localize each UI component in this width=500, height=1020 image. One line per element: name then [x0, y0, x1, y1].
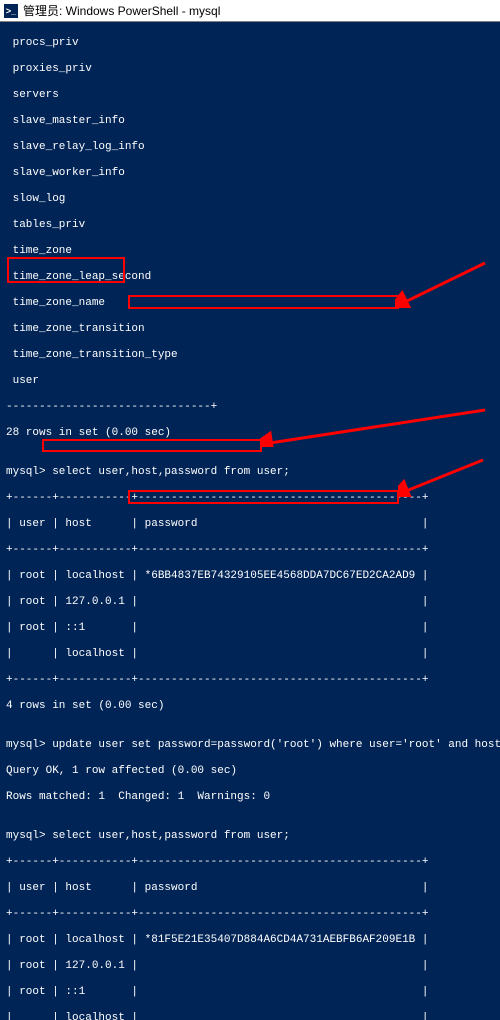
table-row: | | localhost | |	[6, 1012, 494, 1020]
table-row: | | localhost | |	[6, 648, 494, 661]
table-header: | user | host | password |	[6, 518, 494, 531]
query-result: Query OK, 1 row affected (0.00 sec)	[6, 765, 494, 778]
window-title: 管理员: Windows PowerShell - mysql	[23, 2, 220, 19]
table-row: tables_priv	[6, 219, 494, 232]
separator: +------+-----------+--------------------…	[6, 908, 494, 921]
sql-prompt: mysql> select user,host,password from us…	[6, 466, 494, 479]
table-row: proxies_priv	[6, 63, 494, 76]
table-row: | root | localhost | *6BB4837EB74329105E…	[6, 570, 494, 583]
table-row: time_zone_name	[6, 297, 494, 310]
terminal-output[interactable]: procs_priv proxies_priv servers slave_ma…	[0, 22, 500, 1020]
table-row: slave_relay_log_info	[6, 141, 494, 154]
sql-prompt: mysql> update user set password=password…	[6, 739, 494, 752]
sql-prompt: mysql> select user,host,password from us…	[6, 830, 494, 843]
table-row: | root | localhost | *81F5E21E35407D884A…	[6, 934, 494, 947]
query-result: Rows matched: 1 Changed: 1 Warnings: 0	[6, 791, 494, 804]
table-row: | root | 127.0.0.1 | |	[6, 960, 494, 973]
table-row: slave_master_info	[6, 115, 494, 128]
table-header: | user | host | password |	[6, 882, 494, 895]
result-count: 4 rows in set (0.00 sec)	[6, 700, 494, 713]
titlebar: >_ 管理员: Windows PowerShell - mysql	[0, 0, 500, 22]
table-row: time_zone_leap_second	[6, 271, 494, 284]
table-row: slow_log	[6, 193, 494, 206]
table-row: servers	[6, 89, 494, 102]
table-row: time_zone_transition	[6, 323, 494, 336]
table-row: time_zone	[6, 245, 494, 258]
separator: +------+-----------+--------------------…	[6, 544, 494, 557]
separator: +------+-----------+--------------------…	[6, 856, 494, 869]
powershell-icon: >_	[4, 4, 18, 18]
separator: -------------------------------+	[6, 401, 494, 414]
table-row: time_zone_transition_type	[6, 349, 494, 362]
table-row: | root | 127.0.0.1 | |	[6, 596, 494, 609]
separator: +------+-----------+--------------------…	[6, 674, 494, 687]
table-row: procs_priv	[6, 37, 494, 50]
separator: +------+-----------+--------------------…	[6, 492, 494, 505]
table-row: | root | ::1 | |	[6, 986, 494, 999]
table-row: | root | ::1 | |	[6, 622, 494, 635]
table-row: user	[6, 375, 494, 388]
result-count: 28 rows in set (0.00 sec)	[6, 427, 494, 440]
table-row: slave_worker_info	[6, 167, 494, 180]
